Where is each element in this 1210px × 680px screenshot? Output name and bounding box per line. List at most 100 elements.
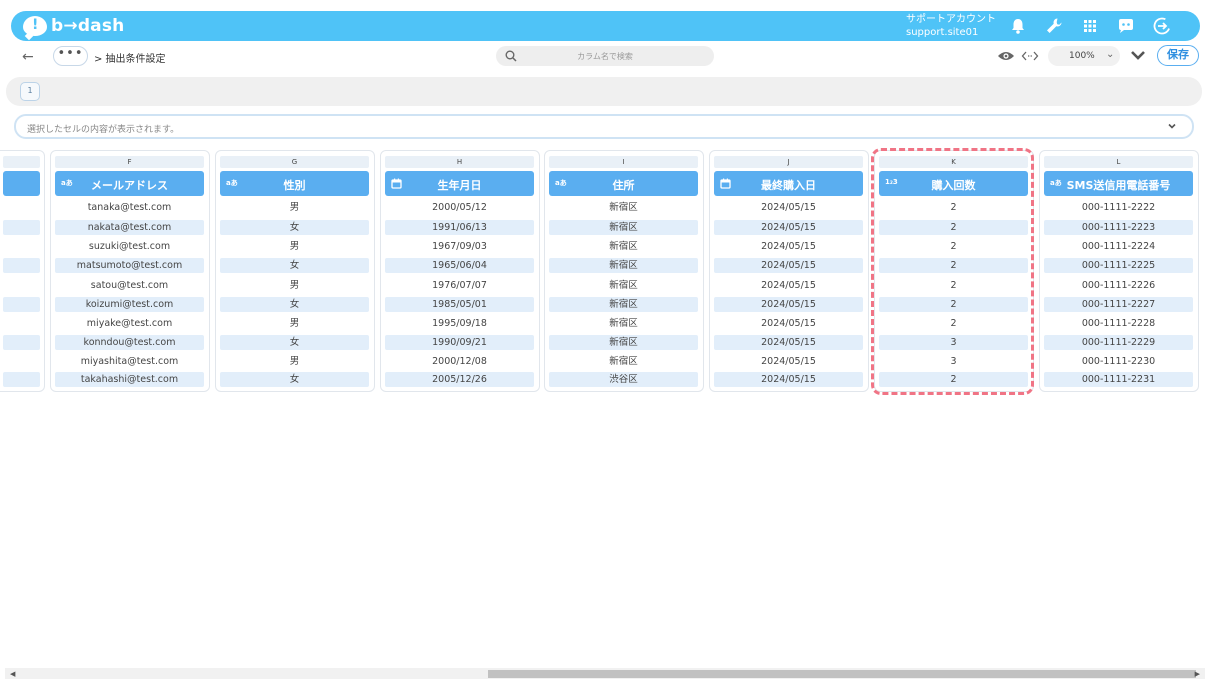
table-cell[interactable]: 2024/05/15 [714, 354, 863, 369]
logout-icon[interactable] [1152, 16, 1172, 36]
table-cell[interactable]: 000-1111-2228 [1044, 316, 1193, 331]
column-header[interactable]: 最終購入日 [714, 171, 863, 196]
table-cell[interactable]: 2000/05/12 [385, 200, 534, 215]
table-cell[interactable]: 新宿区 [549, 278, 698, 293]
table-cell[interactable]: 2024/05/15 [714, 335, 863, 350]
back-arrow-icon[interactable]: ← [22, 49, 38, 65]
table-cell[interactable]: 新宿区 [549, 335, 698, 350]
table-cell[interactable]: konndou@test.com [55, 335, 204, 350]
table-cell[interactable]: miyake@test.com [55, 316, 204, 331]
table-cell[interactable]: satou@test.com [55, 278, 204, 293]
table-cell[interactable]: 2024/05/15 [714, 316, 863, 331]
column-letter[interactable]: F [55, 156, 204, 168]
table-cell[interactable] [3, 297, 40, 312]
table-cell[interactable]: 2 [879, 200, 1028, 215]
page-tab-1[interactable]: 1 [20, 82, 40, 101]
column-header[interactable] [3, 171, 40, 196]
table-cell[interactable]: 新宿区 [549, 200, 698, 215]
column-header[interactable]: aあ メールアドレス [55, 171, 204, 196]
table-cell[interactable]: 女 [220, 335, 369, 350]
table-cell[interactable] [3, 372, 40, 387]
table-cell[interactable]: 2024/05/15 [714, 278, 863, 293]
table-cell[interactable]: 女 [220, 297, 369, 312]
table-cell[interactable]: 2 [879, 239, 1028, 254]
table-cell[interactable]: 新宿区 [549, 258, 698, 273]
table-cell[interactable]: 男 [220, 278, 369, 293]
table-cell[interactable]: 新宿区 [549, 220, 698, 235]
table-cell[interactable]: 000-1111-2225 [1044, 258, 1193, 273]
table-cell[interactable]: 000-1111-2223 [1044, 220, 1193, 235]
table-cell[interactable]: 000-1111-2222 [1044, 200, 1193, 215]
table-cell[interactable]: suzuki@test.com [55, 239, 204, 254]
column-letter[interactable]: K [879, 156, 1028, 168]
column-search-input[interactable]: カラム名で検索 [496, 46, 714, 66]
table-cell[interactable]: 2000/12/08 [385, 354, 534, 369]
table-cell[interactable]: 男 [220, 239, 369, 254]
scrollbar-thumb[interactable] [488, 670, 1196, 678]
table-cell[interactable]: 2024/05/15 [714, 239, 863, 254]
brand-logo[interactable]: b→dash [23, 15, 124, 37]
table-cell[interactable]: 000-1111-2226 [1044, 278, 1193, 293]
table-cell[interactable] [3, 220, 40, 235]
account-info[interactable]: サポートアカウント support.site01 [906, 13, 996, 39]
bell-icon[interactable] [1008, 16, 1028, 36]
more-menu-button[interactable]: ••• [53, 46, 88, 66]
horizontal-scrollbar[interactable]: ◀ ▶ [5, 668, 1205, 679]
table-cell[interactable]: 000-1111-2229 [1044, 335, 1193, 350]
scroll-left-icon[interactable]: ◀ [10, 670, 15, 678]
table-cell[interactable]: 2 [879, 258, 1028, 273]
table-cell[interactable]: 2024/05/15 [714, 200, 863, 215]
wrench-icon[interactable] [1044, 16, 1064, 36]
table-cell[interactable]: matsumoto@test.com [55, 258, 204, 273]
table-cell[interactable]: 2024/05/15 [714, 372, 863, 387]
column-header[interactable]: aあ SMS送信用電話番号 [1044, 171, 1193, 196]
table-cell[interactable]: 男 [220, 200, 369, 215]
column-header[interactable]: 1₂3 購入回数 [879, 171, 1028, 196]
table-cell[interactable]: 000-1111-2227 [1044, 297, 1193, 312]
table-cell[interactable]: 女 [220, 372, 369, 387]
table-cell[interactable]: tanaka@test.com [55, 200, 204, 215]
column-letter[interactable]: I [549, 156, 698, 168]
table-cell[interactable]: 2 [879, 297, 1028, 312]
eye-icon[interactable] [997, 49, 1015, 63]
table-cell[interactable]: 2024/05/15 [714, 220, 863, 235]
grid-icon[interactable] [1080, 16, 1100, 36]
table-cell[interactable]: 000-1111-2230 [1044, 354, 1193, 369]
column-header[interactable]: aあ 住所 [549, 171, 698, 196]
table-cell[interactable]: 2 [879, 372, 1028, 387]
scroll-right-icon[interactable]: ▶ [1195, 670, 1200, 678]
table-cell[interactable]: 渋谷区 [549, 372, 698, 387]
table-cell[interactable]: 1976/07/07 [385, 278, 534, 293]
column-header[interactable]: 生年月日 [385, 171, 534, 196]
table-cell[interactable]: 2 [879, 278, 1028, 293]
table-cell[interactable]: 1967/09/03 [385, 239, 534, 254]
table-cell[interactable]: 1965/06/04 [385, 258, 534, 273]
table-cell[interactable]: 男 [220, 354, 369, 369]
table-cell[interactable]: 新宿区 [549, 239, 698, 254]
code-toggle-icon[interactable] [1021, 49, 1039, 63]
table-cell[interactable] [3, 258, 40, 273]
table-cell[interactable]: 2024/05/15 [714, 297, 863, 312]
column-letter[interactable]: G [220, 156, 369, 168]
column-letter[interactable]: H [385, 156, 534, 168]
table-cell[interactable]: 1990/09/21 [385, 335, 534, 350]
table-cell[interactable]: 3 [879, 335, 1028, 350]
table-cell[interactable]: miyashita@test.com [55, 354, 204, 369]
table-cell[interactable]: koizumi@test.com [55, 297, 204, 312]
table-cell[interactable]: 新宿区 [549, 316, 698, 331]
column-header[interactable]: aあ 性別 [220, 171, 369, 196]
table-cell[interactable]: 3 [879, 354, 1028, 369]
column-letter[interactable]: L [1044, 156, 1193, 168]
chevron-down-icon[interactable] [1166, 120, 1178, 132]
table-cell[interactable]: 男 [220, 316, 369, 331]
table-cell[interactable]: takahashi@test.com [55, 372, 204, 387]
table-cell[interactable]: nakata@test.com [55, 220, 204, 235]
table-cell[interactable]: 2 [879, 220, 1028, 235]
table-cell[interactable]: 新宿区 [549, 297, 698, 312]
table-cell[interactable]: 新宿区 [549, 354, 698, 369]
table-cell[interactable]: 1991/06/13 [385, 220, 534, 235]
table-cell[interactable]: 女 [220, 220, 369, 235]
cell-preview-bar[interactable]: 選択したセルの内容が表示されます。 [14, 114, 1194, 139]
table-cell[interactable]: 2 [879, 316, 1028, 331]
table-cell[interactable]: 2005/12/26 [385, 372, 534, 387]
